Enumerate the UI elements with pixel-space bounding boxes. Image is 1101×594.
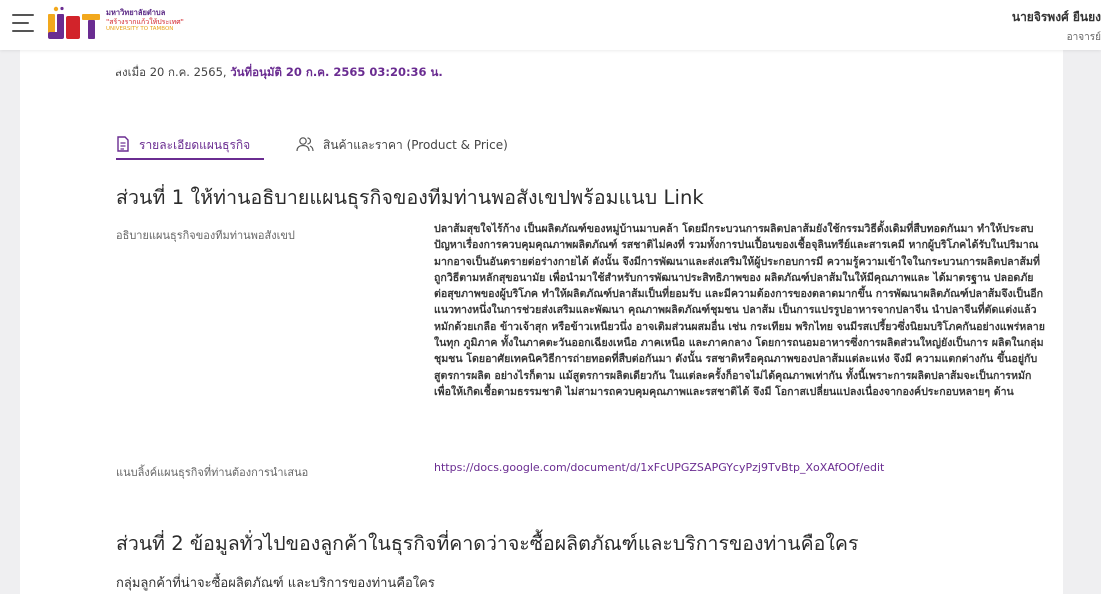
users-icon — [296, 136, 314, 155]
logo-text: มหาวิทยาลัยตำบล "สร้างรากแก้วให้ประเทศ" … — [106, 8, 184, 32]
tab-product-price[interactable]: สินค้าและราคา (Product & Price) — [296, 136, 508, 155]
link-label: แนบลิ้งค์แผนธุรกิจที่ท่านต้องการนำเสนอ — [116, 466, 309, 479]
user-name[interactable]: นายจิรพงศ์ ยืนยง — [1012, 8, 1101, 27]
document-icon — [116, 136, 130, 155]
top-bar: มหาวิทยาลัยตำบล "สร้างรากแก้วให้ประเทศ" … — [0, 0, 1101, 50]
section-2-subtitle: กลุ่มลูกค้าที่น่าจะซื้อผลิตภัณฑ์ และบริก… — [116, 576, 435, 591]
approved-date: วันที่อนุมัติ 20 ก.ค. 2565 03:20:36 น. — [230, 65, 443, 79]
active-tab-indicator — [116, 158, 264, 160]
tab-label: รายละเอียดแผนธุรกิจ — [139, 138, 251, 152]
user-role: อาจารย์ — [1066, 32, 1101, 43]
section-1-title: ส่วนที่ 1 ให้ท่านอธิบายแผนธุรกิจของทีมท่… — [116, 186, 704, 209]
section-2-title: ส่วนที่ 2 ข้อมูลทั่วไปของลูกค้าในธุรกิจท… — [116, 532, 859, 555]
tab-business-plan-details[interactable]: รายละเอียดแผนธุรกิจ — [116, 136, 264, 160]
business-plan-link[interactable]: https://docs.google.com/document/d/1xFcU… — [434, 461, 884, 474]
header-shadow-overlay — [20, 50, 180, 95]
description-label: อธิบายแผนธุรกิจของทีมท่านพอสังเขป — [116, 229, 295, 242]
tab-label: สินค้าและราคา (Product & Price) — [323, 138, 508, 152]
business-plan-description: ปลาส้มสุขใจไร้ก้าง เป็นผลิตภัณฑ์ของหมู่บ… — [434, 223, 1045, 398]
logo-line-3: UNIVERSITY TO TAMBON — [106, 25, 174, 32]
business-plan-card: ส่งเมื่อ 20 ก.ค. 2565, วันที่อนุมัติ 20 … — [20, 50, 1063, 594]
hamburger-icon[interactable] — [12, 14, 34, 32]
logo-line-1: มหาวิทยาลัยตำบล — [106, 8, 166, 17]
user-info[interactable]: นายจิรพงศ์ ยืนยง อาจารย์ — [1012, 8, 1101, 45]
u2t-logo — [46, 6, 102, 44]
logo-line-2: "สร้างรากแก้วให้ประเทศ" — [106, 17, 184, 26]
